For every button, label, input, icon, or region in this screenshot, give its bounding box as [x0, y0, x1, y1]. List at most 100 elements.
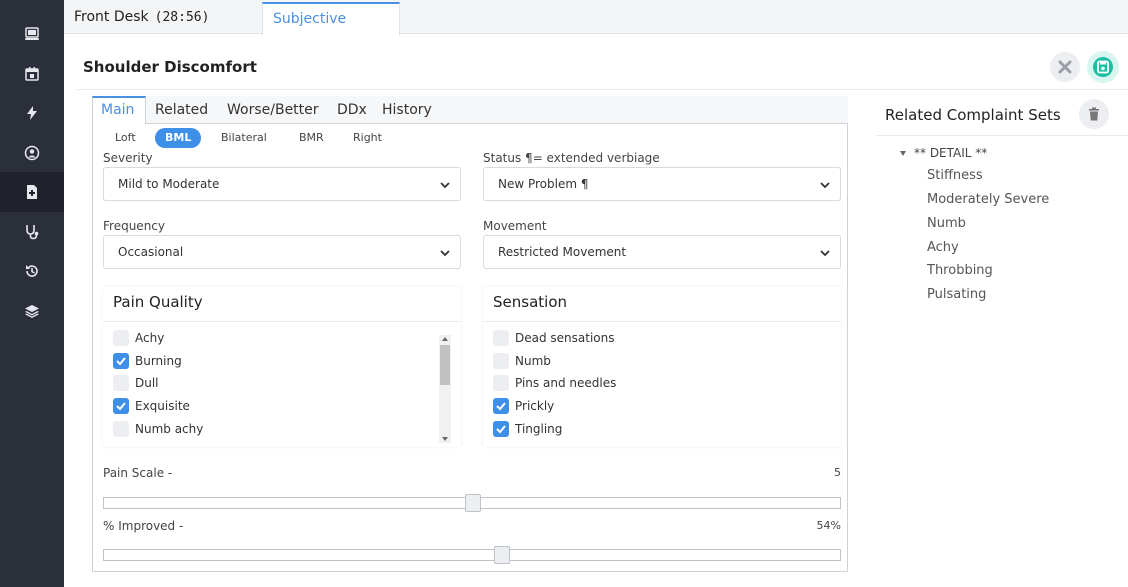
sidebar-item-monitor[interactable] [0, 14, 64, 54]
tree-item[interactable]: Numb [927, 216, 966, 231]
checkbox-box [113, 421, 129, 437]
checkbox-label: Tingling [515, 422, 563, 436]
complaint-panel: Shoulder Discomfort Main Related Worse/B… [76, 46, 1128, 587]
side-option-loft[interactable]: Loft [105, 128, 146, 148]
checkbox-label: Prickly [515, 399, 555, 413]
pain-scale-slider[interactable] [103, 494, 841, 512]
close-button[interactable] [1050, 52, 1080, 82]
pain-scale-slider-handle[interactable] [465, 494, 481, 512]
page-title: Shoulder Discomfort [83, 58, 257, 76]
check-icon [496, 425, 506, 434]
sidebar-item-profile[interactable] [0, 133, 64, 173]
improved-slider-handle[interactable] [494, 546, 510, 564]
related-sets-title: Related Complaint Sets [885, 106, 1061, 124]
improved-label: % Improved - [103, 519, 184, 533]
stethoscope-icon [26, 225, 39, 240]
frequency-value: Occasional [118, 245, 184, 259]
check-icon [116, 357, 126, 366]
checkbox-label: Numb achy [135, 422, 204, 436]
checkbox-label: Pins and needles [515, 376, 617, 390]
severity-value: Mild to Moderate [118, 177, 220, 191]
checkbox-label: Achy [135, 331, 165, 345]
sidebar-item-stethoscope[interactable] [0, 212, 64, 252]
status-select[interactable]: New Problem ¶ [483, 167, 841, 201]
tab-front-desk-label: Front Desk [74, 9, 149, 25]
improved-slider[interactable] [103, 546, 841, 564]
checkbox-box [113, 330, 129, 346]
lightning-icon [27, 106, 37, 120]
related-sets-header: Related Complaint Sets [876, 94, 1128, 136]
scrollbar-thumb[interactable] [440, 345, 450, 385]
sidebar-item-lightning[interactable] [0, 93, 64, 133]
sidebar-item-calendar[interactable] [0, 54, 64, 94]
status-value: New Problem ¶ [498, 177, 589, 191]
side-option-right[interactable]: Right [343, 128, 392, 148]
tab-history[interactable]: History [374, 96, 440, 125]
main-tab-content: Loft BML Bilateral BMR Right Severity Mi… [92, 124, 848, 572]
movement-select[interactable]: Restricted Movement [483, 235, 841, 269]
tab-subjective[interactable]: Subjective [262, 2, 400, 35]
side-option-bml[interactable]: BML [155, 128, 201, 148]
tab-ddx[interactable]: DDx [329, 96, 375, 125]
checkbox-label: Burning [135, 354, 182, 368]
scroll-down-arrow-icon[interactable] [442, 437, 448, 441]
close-icon [1058, 60, 1072, 74]
user-circle-icon [24, 145, 40, 161]
divider [103, 321, 461, 322]
tab-related[interactable]: Related [147, 96, 216, 125]
checkbox-label: Exquisite [135, 399, 190, 413]
related-complaint-sets-panel: Related Complaint Sets ** DETAIL ** Stif… [876, 94, 1128, 587]
tree-item[interactable]: Throbbing [927, 263, 993, 278]
tree-item[interactable]: Pulsating [927, 287, 986, 302]
delete-button[interactable] [1079, 99, 1109, 129]
sidebar-item-layers[interactable] [0, 291, 64, 331]
chevron-down-icon [820, 250, 830, 257]
checkbox-box [493, 330, 509, 346]
top-tab-bar: Front Desk (28:56) Subjective [64, 0, 1128, 35]
pain-quality-title: Pain Quality [113, 293, 203, 311]
save-button[interactable] [1087, 51, 1119, 83]
checkbox-box [493, 375, 509, 391]
status-label: Status ¶= extended verbiage [483, 151, 660, 165]
side-option-bmr[interactable]: BMR [289, 128, 334, 148]
sidebar-item-medical-file[interactable] [0, 172, 64, 212]
checkbox-label: Numb [515, 354, 551, 368]
tab-front-desk-timer: (28:56) [154, 10, 210, 25]
checkbox-label: Dull [135, 376, 159, 390]
layers-icon [25, 305, 39, 318]
check-icon [496, 402, 506, 411]
checkbox-box [493, 398, 509, 414]
divider [483, 321, 841, 322]
caret-down-icon[interactable] [900, 151, 906, 156]
sidebar-item-history[interactable] [0, 251, 64, 291]
trash-icon [1089, 107, 1099, 121]
frequency-select[interactable]: Occasional [103, 235, 461, 269]
side-option-bilateral[interactable]: Bilateral [211, 128, 277, 148]
complaint-editor: Main Related Worse/Better DDx History Lo… [92, 96, 848, 576]
history-icon [26, 265, 38, 277]
tree-item[interactable]: Moderately Severe [927, 192, 1049, 207]
tree-node-label: ** DETAIL ** [914, 146, 988, 160]
scroll-up-arrow-icon[interactable] [442, 337, 448, 341]
severity-select[interactable]: Mild to Moderate [103, 167, 461, 201]
tab-main[interactable]: Main [92, 96, 146, 125]
pain-scale-label: Pain Scale - [103, 466, 173, 480]
pain-quality-scrollbar[interactable] [439, 335, 451, 443]
tree-item[interactable]: Achy [927, 240, 959, 255]
checkbox-box [493, 353, 509, 369]
tree-item[interactable]: Stiffness [927, 168, 983, 183]
checkbox-label: Dead sensations [515, 331, 615, 345]
check-icon [116, 402, 126, 411]
panel-header: Shoulder Discomfort [76, 46, 1128, 90]
medical-file-icon [27, 185, 37, 199]
tab-front-desk[interactable]: Front Desk (28:56) [64, 2, 219, 34]
sensation-title: Sensation [493, 293, 567, 311]
chevron-down-icon [440, 182, 450, 189]
tab-worse-better[interactable]: Worse/Better [219, 96, 327, 125]
sensation-card: Sensation Dead sensations Numb Pins and … [483, 287, 841, 447]
chevron-down-icon [440, 250, 450, 257]
severity-label: Severity [103, 151, 153, 165]
tree-node-detail[interactable]: ** DETAIL ** [900, 146, 987, 160]
monitor-icon [25, 27, 39, 40]
movement-label: Movement [483, 219, 547, 233]
